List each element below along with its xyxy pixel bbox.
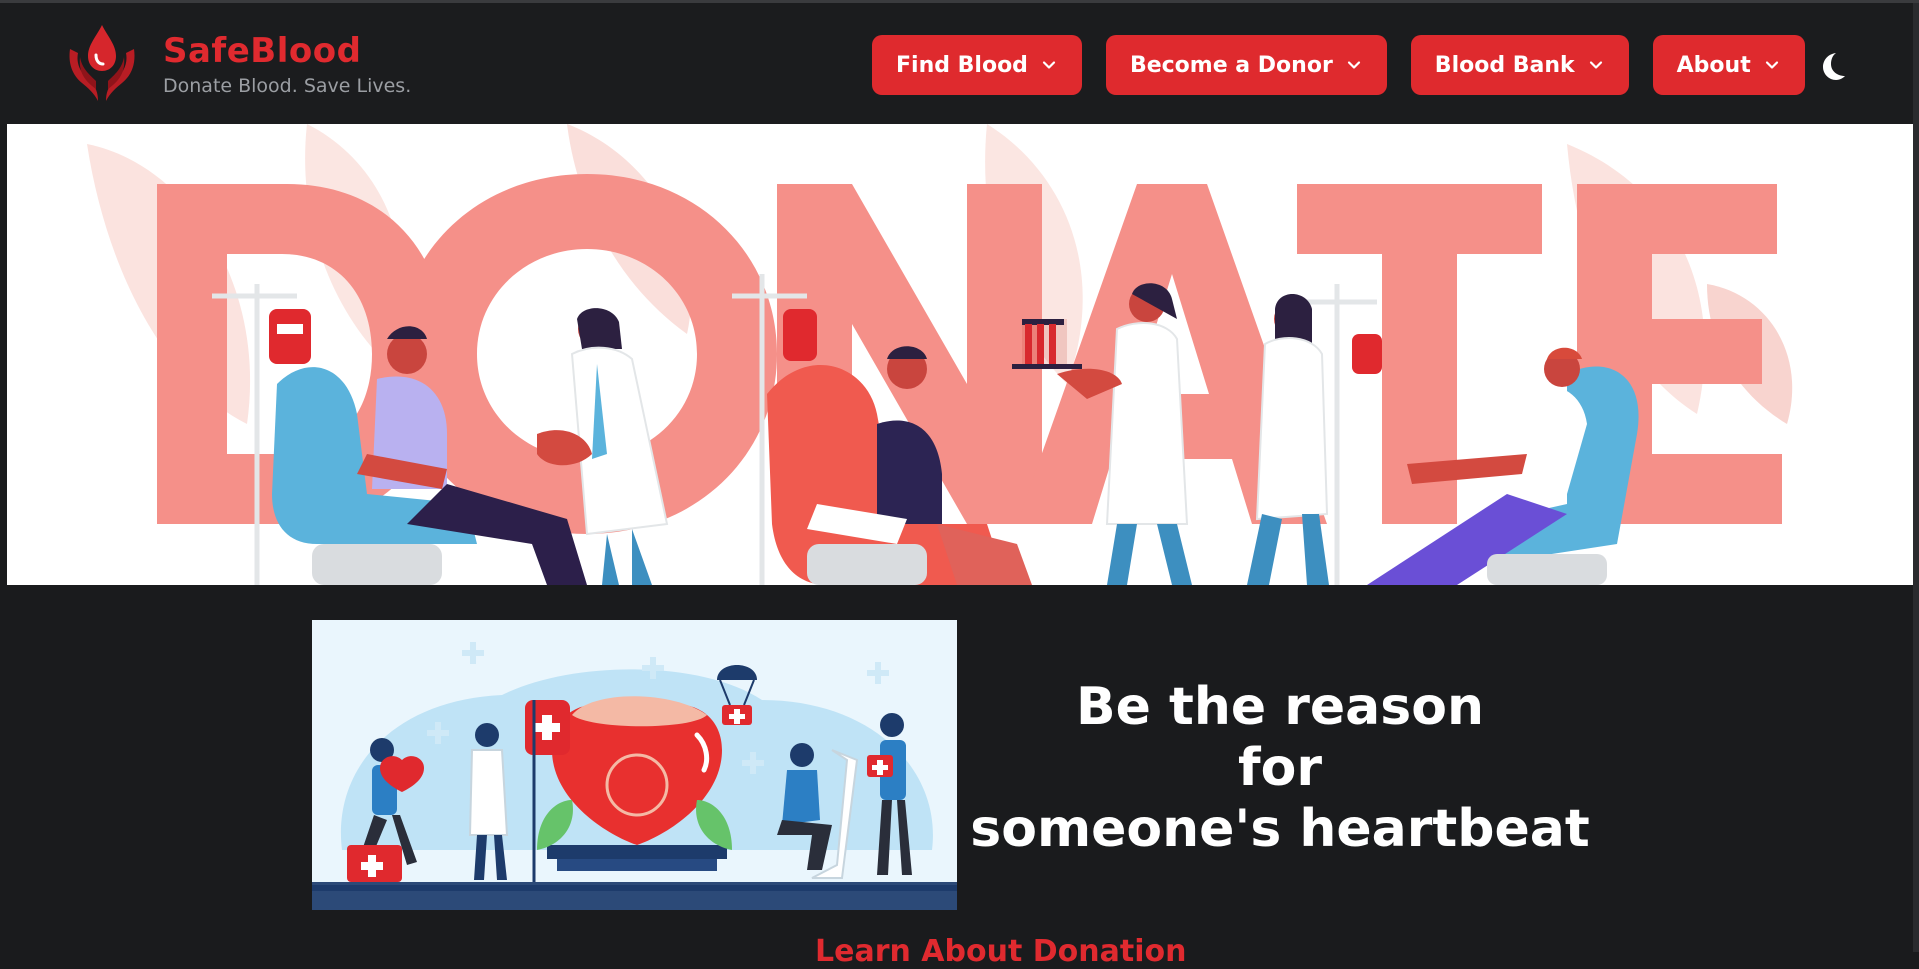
tagline-heading: Be the reason for someone's heartbeat <box>960 677 1600 860</box>
brand-name: SafeBlood <box>163 31 362 71</box>
chevron-down-icon <box>1347 61 1360 69</box>
nav-about-label: About <box>1676 52 1751 78</box>
main-nav: Find Blood Become a Donor Blood Bank Abo… <box>872 35 1805 95</box>
nav-blood-bank-label: Blood Bank <box>1434 52 1575 78</box>
donation-illustration <box>312 620 957 910</box>
scrollbar[interactable] <box>1913 3 1919 952</box>
brand-tagline: Donate Blood. Save Lives. <box>163 75 412 97</box>
chevron-down-icon <box>1589 61 1602 69</box>
nav-blood-bank-button[interactable]: Blood Bank <box>1410 35 1629 95</box>
donation-illustration-graphic <box>312 620 957 910</box>
tagline-line-1: Be the reason <box>1076 677 1484 737</box>
nav-find-blood-label: Find Blood <box>896 52 1028 78</box>
donate-illustration <box>7 124 1913 585</box>
hero-banner <box>7 124 1913 585</box>
nav-become-donor-label: Become a Donor <box>1129 52 1333 78</box>
blood-drop-hands-icon <box>69 25 135 101</box>
tagline-line-3: someone's heartbeat <box>970 799 1590 859</box>
tagline-line-2: for <box>1238 738 1322 798</box>
navbar: SafeBlood Donate Blood. Save Lives. Find… <box>0 3 1913 124</box>
nav-find-blood-button[interactable]: Find Blood <box>872 35 1082 95</box>
nav-become-donor-button[interactable]: Become a Donor <box>1105 35 1387 95</box>
nav-about-button[interactable]: About <box>1652 35 1805 95</box>
moon-icon[interactable] <box>1815 49 1849 83</box>
brand[interactable]: SafeBlood Donate Blood. Save Lives. <box>66 23 411 103</box>
chevron-down-icon <box>1042 61 1056 69</box>
chevron-down-icon <box>1765 61 1778 69</box>
